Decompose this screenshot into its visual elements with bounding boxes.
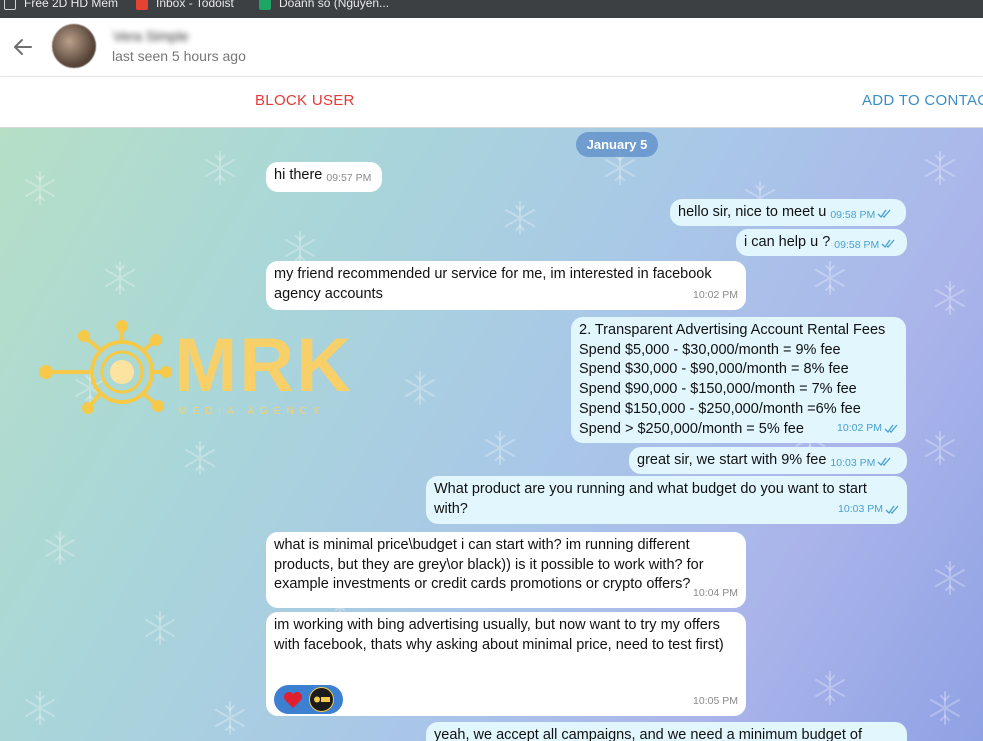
message-outgoing[interactable]: i can help u ? 09:58 PM [736, 229, 907, 256]
last-seen-status: last seen 5 hours ago [112, 48, 246, 64]
contact-name[interactable]: Vera Simple [113, 28, 188, 44]
message-incoming[interactable]: what is minimal price\budget i can start… [266, 532, 746, 608]
bookmarks-bar: Free 2D HD Mem Inbox - Todoist Doanh số … [0, 0, 983, 18]
block-user-button[interactable]: BLOCK USER [255, 92, 355, 109]
double-check-icon [877, 209, 891, 218]
message-incoming[interactable]: my friend recommended ur service for me,… [266, 261, 746, 310]
date-separator: January 5 [576, 132, 658, 157]
double-check-icon [881, 239, 895, 248]
chat-header: Vera Simple last seen 5 hours ago [0, 18, 983, 77]
message-incoming[interactable]: hi there 09:57 PM [266, 162, 382, 192]
message-outgoing[interactable]: great sir, we start with 9% fee 10:03 PM [629, 447, 907, 474]
message-outgoing[interactable]: hello sir, nice to meet u 09:58 PM [670, 199, 906, 226]
todoist-icon [136, 0, 148, 10]
avatar[interactable] [52, 24, 96, 68]
logo-text: MRK [174, 323, 354, 408]
back-button[interactable] [10, 32, 36, 62]
logo-subtitle: MEDIA AGENCY [178, 406, 326, 417]
heart-reaction-icon[interactable] [283, 691, 303, 709]
double-check-icon [877, 457, 891, 466]
bookmark-item[interactable]: Free 2D HD Mem [4, 0, 118, 12]
message-outgoing[interactable]: yeah, we accept all campaigns, and we ne… [426, 722, 907, 741]
add-to-contact-button[interactable]: ADD TO CONTAC [862, 92, 983, 109]
mrk-avatar-icon[interactable] [309, 687, 334, 712]
bookmark-page-icon [4, 0, 16, 10]
double-check-icon [884, 424, 898, 434]
message-outgoing[interactable]: What product are you running and what bu… [426, 476, 907, 524]
arrow-left-icon [14, 39, 32, 55]
reactions-pill[interactable] [274, 685, 343, 714]
chat-area[interactable]: January 5 MRK MEDIA AGENCY hi there 09:57… [0, 128, 983, 741]
mrk-logo: MRK MEDIA AGENCY [38, 320, 383, 424]
bookmark-item[interactable]: Doanh số (Nguyễn... [259, 0, 389, 12]
message-incoming[interactable]: im working with bing advertising usually… [266, 612, 746, 716]
sun-bulb-logo-icon [39, 320, 172, 414]
action-bar: BLOCK USER ADD TO CONTAC [0, 77, 983, 128]
double-check-icon [885, 505, 899, 515]
bookmark-item[interactable]: Inbox - Todoist [136, 0, 234, 12]
message-outgoing[interactable]: 2. Transparent Advertising Account Renta… [571, 317, 906, 443]
sheets-icon [259, 0, 271, 10]
